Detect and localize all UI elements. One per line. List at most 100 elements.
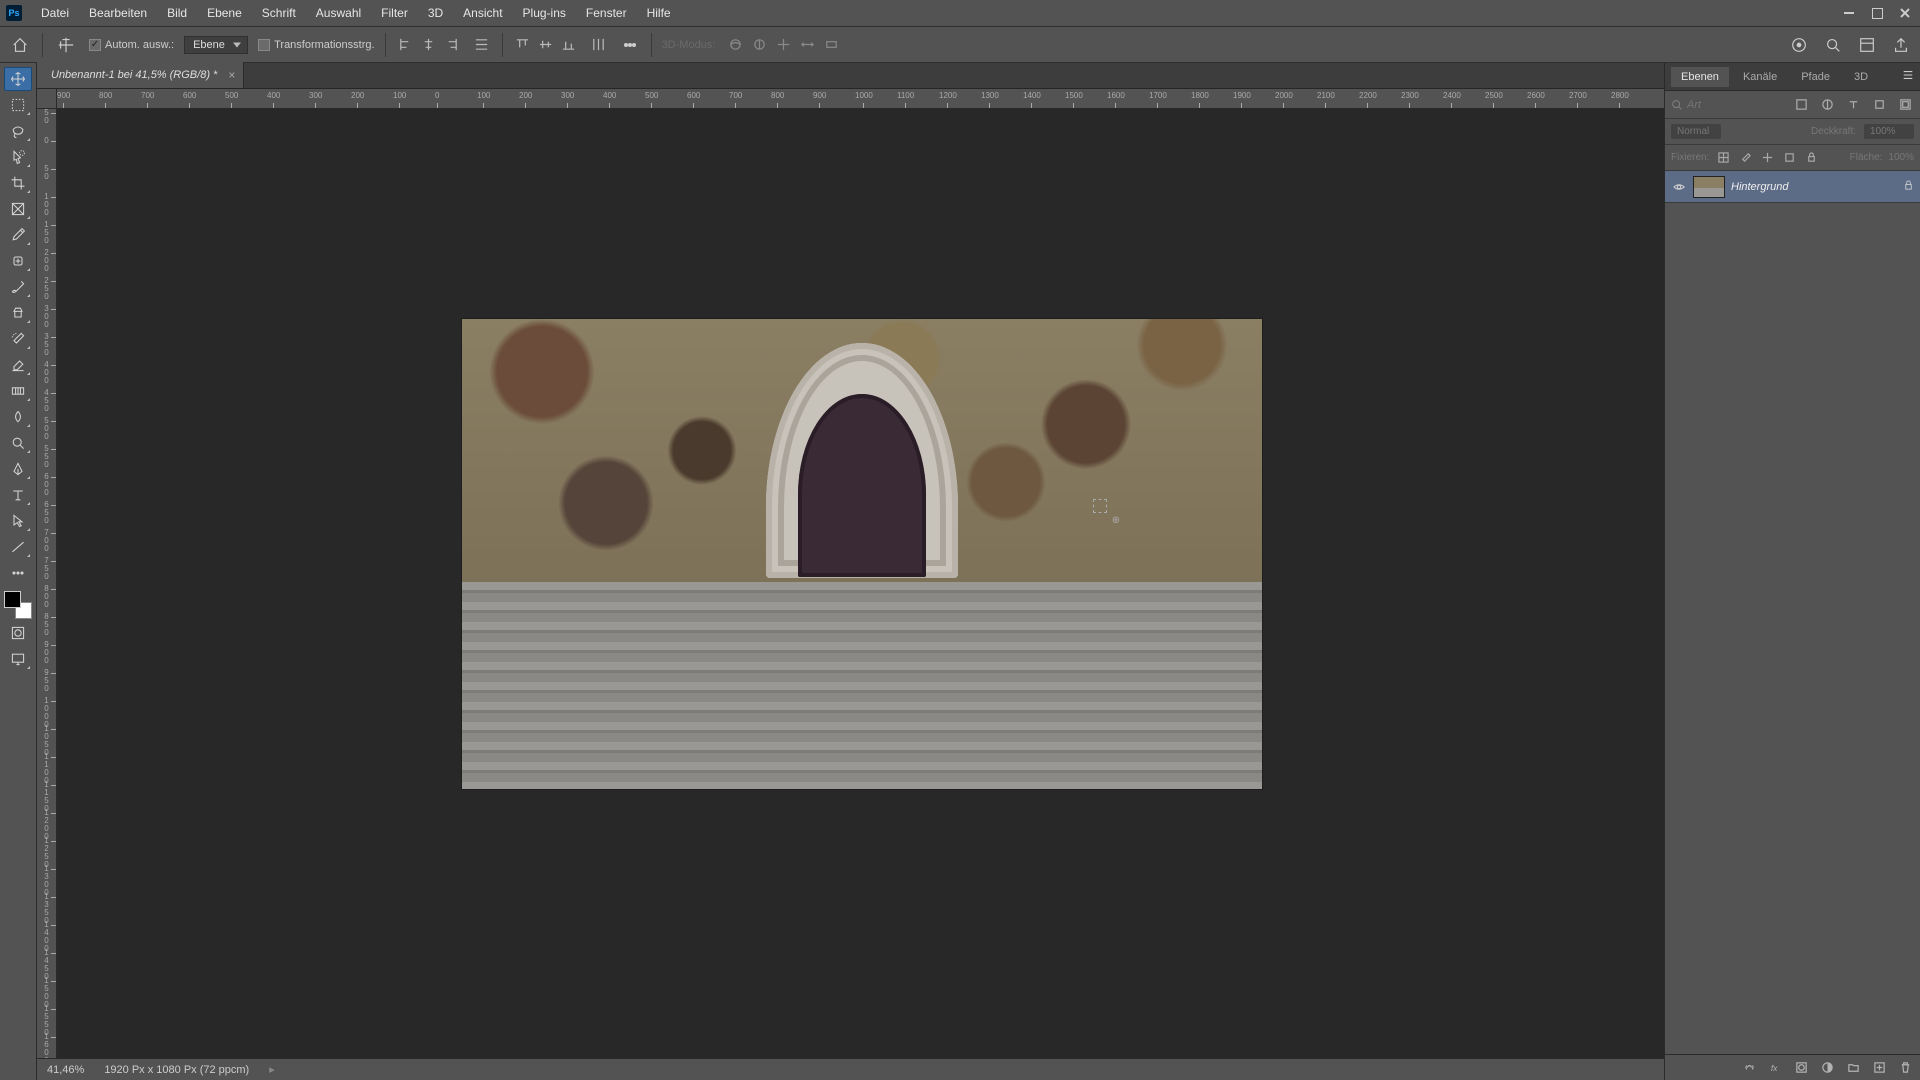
lock-artboard-button[interactable] (1781, 150, 1797, 166)
filter-adjustment-button[interactable] (1818, 96, 1836, 114)
eraser-tool[interactable] (4, 353, 32, 377)
lock-position-button[interactable] (1759, 150, 1775, 166)
healing-brush-tool[interactable] (4, 249, 32, 273)
blur-tool[interactable] (4, 405, 32, 429)
frame-tool[interactable] (4, 197, 32, 221)
3d-roll-button[interactable] (749, 35, 769, 55)
share-button[interactable] (1890, 34, 1912, 56)
3d-scale-button[interactable] (821, 35, 841, 55)
home-button[interactable] (8, 33, 32, 57)
menu-schrift[interactable]: Schrift (253, 3, 305, 23)
menu-datei[interactable]: Datei (32, 3, 78, 23)
align-bottom-button[interactable] (559, 35, 579, 55)
filter-shape-button[interactable] (1870, 96, 1888, 114)
quick-selection-tool[interactable] (4, 145, 32, 169)
align-hcenter-button[interactable] (419, 35, 439, 55)
move-tool[interactable] (4, 67, 32, 91)
tab-pfade[interactable]: Pfade (1791, 67, 1840, 87)
opacity-field[interactable]: 100% (1864, 124, 1914, 139)
distribute-vertical-button[interactable] (589, 35, 609, 55)
align-top-button[interactable] (513, 35, 533, 55)
auto-select-checkbox[interactable]: Autom. ausw.: (89, 39, 174, 51)
blend-mode-dropdown[interactable]: Normal (1671, 124, 1721, 139)
clone-stamp-tool[interactable] (4, 301, 32, 325)
menu-ebene[interactable]: Ebene (198, 3, 251, 23)
3d-slide-button[interactable] (797, 35, 817, 55)
path-selection-tool[interactable] (4, 509, 32, 533)
filter-pixel-button[interactable] (1792, 96, 1810, 114)
layer-fx-button[interactable]: fx (1766, 1059, 1784, 1077)
align-left-button[interactable] (396, 35, 416, 55)
tab-kanaele[interactable]: Kanäle (1733, 67, 1787, 87)
document-tab[interactable]: Unbenannt-1 bei 41,5% (RGB/8) * × (37, 62, 244, 88)
menu-ansicht[interactable]: Ansicht (454, 3, 511, 23)
type-tool[interactable] (4, 483, 32, 507)
lock-transparency-button[interactable] (1715, 150, 1731, 166)
filter-smartobject-button[interactable] (1896, 96, 1914, 114)
panel-menu-button[interactable] (1902, 69, 1914, 84)
eyedropper-tool[interactable] (4, 223, 32, 247)
more-align-options-button[interactable] (619, 34, 641, 56)
workspace-switcher-button[interactable] (1856, 34, 1878, 56)
align-right-button[interactable] (442, 35, 462, 55)
menu-fenster[interactable]: Fenster (577, 3, 636, 23)
menu-hilfe[interactable]: Hilfe (638, 3, 680, 23)
canvas[interactable] (57, 109, 1664, 1058)
3d-orbit-button[interactable] (725, 35, 745, 55)
delete-layer-button[interactable] (1896, 1059, 1914, 1077)
crop-tool[interactable] (4, 171, 32, 195)
menu-auswahl[interactable]: Auswahl (307, 3, 370, 23)
3d-pan-button[interactable] (773, 35, 793, 55)
align-vcenter-button[interactable] (536, 35, 556, 55)
layer-filter-search-input[interactable] (1687, 99, 1737, 111)
layer-row[interactable]: Hintergrund (1665, 171, 1920, 203)
brush-tool[interactable] (4, 275, 32, 299)
layer-name[interactable]: Hintergrund (1731, 181, 1788, 193)
marquee-tool[interactable] (4, 93, 32, 117)
color-swatches[interactable] (4, 591, 32, 619)
menu-3d[interactable]: 3D (419, 3, 452, 23)
dodge-tool[interactable] (4, 431, 32, 455)
link-layers-button[interactable] (1740, 1059, 1758, 1077)
zoom-level[interactable]: 41,46% (47, 1064, 84, 1076)
distribute-horizontal-button[interactable] (472, 35, 492, 55)
filter-type-button[interactable] (1844, 96, 1862, 114)
history-brush-tool[interactable] (4, 327, 32, 351)
quick-mask-button[interactable] (4, 621, 32, 645)
menu-bild[interactable]: Bild (158, 3, 196, 23)
lasso-tool[interactable] (4, 119, 32, 143)
add-mask-button[interactable] (1792, 1059, 1810, 1077)
new-layer-button[interactable] (1870, 1059, 1888, 1077)
menu-plugins[interactable]: Plug-ins (514, 3, 575, 23)
menu-bearbeiten[interactable]: Bearbeiten (80, 3, 156, 23)
layer-thumbnail[interactable] (1693, 176, 1725, 198)
close-tab-button[interactable]: × (228, 68, 235, 82)
ruler-horizontal[interactable]: 9008007006005004003002001000100200300400… (57, 89, 1664, 109)
search-button[interactable] (1822, 34, 1844, 56)
pen-tool[interactable] (4, 457, 32, 481)
foreground-color-swatch[interactable] (4, 591, 21, 608)
tab-3d[interactable]: 3D (1844, 67, 1878, 87)
menu-filter[interactable]: Filter (372, 3, 417, 23)
window-close-button[interactable] (1896, 4, 1914, 22)
transform-controls-checkbox[interactable]: Transformationsstrg. (258, 39, 374, 51)
auto-select-type-dropdown[interactable]: Ebene (184, 36, 248, 54)
lock-all-button[interactable] (1803, 150, 1819, 166)
status-flyout-icon[interactable]: ▸ (269, 1063, 275, 1076)
window-minimize-button[interactable] (1840, 4, 1858, 22)
cloud-docs-button[interactable] (1788, 34, 1810, 56)
tab-ebenen[interactable]: Ebenen (1671, 67, 1729, 87)
screen-mode-button[interactable] (4, 647, 32, 671)
fill-field[interactable]: 100% (1888, 152, 1914, 163)
ruler-vertical[interactable]: 5005010015020025030035040045050055060065… (37, 109, 57, 1058)
new-group-button[interactable] (1844, 1059, 1862, 1077)
new-adjustment-button[interactable] (1818, 1059, 1836, 1077)
document-dimensions[interactable]: 1920 Px x 1080 Px (72 ppcm) (104, 1064, 249, 1076)
ruler-origin[interactable] (37, 89, 57, 109)
window-maximize-button[interactable] (1868, 4, 1886, 22)
edit-toolbar-button[interactable] (4, 561, 32, 585)
visibility-toggle-icon[interactable] (1671, 179, 1687, 195)
document-image[interactable] (462, 319, 1262, 789)
shape-tool[interactable] (4, 535, 32, 559)
gradient-tool[interactable] (4, 379, 32, 403)
